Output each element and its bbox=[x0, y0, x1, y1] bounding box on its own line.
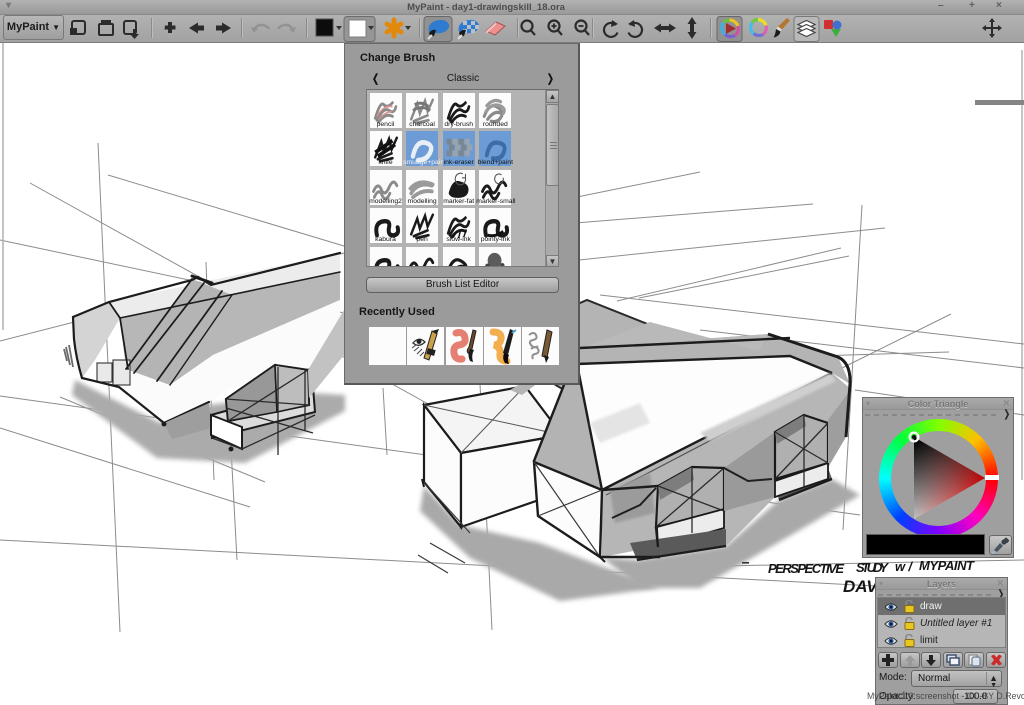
svg-text:MYPAINT: MYPAINT bbox=[919, 558, 975, 573]
svg-text:PERSPECTIVE: PERSPECTIVE bbox=[768, 561, 844, 576]
svg-text:w/: w/ bbox=[895, 559, 913, 574]
svg-text:STUDY: STUDY bbox=[856, 560, 889, 575]
